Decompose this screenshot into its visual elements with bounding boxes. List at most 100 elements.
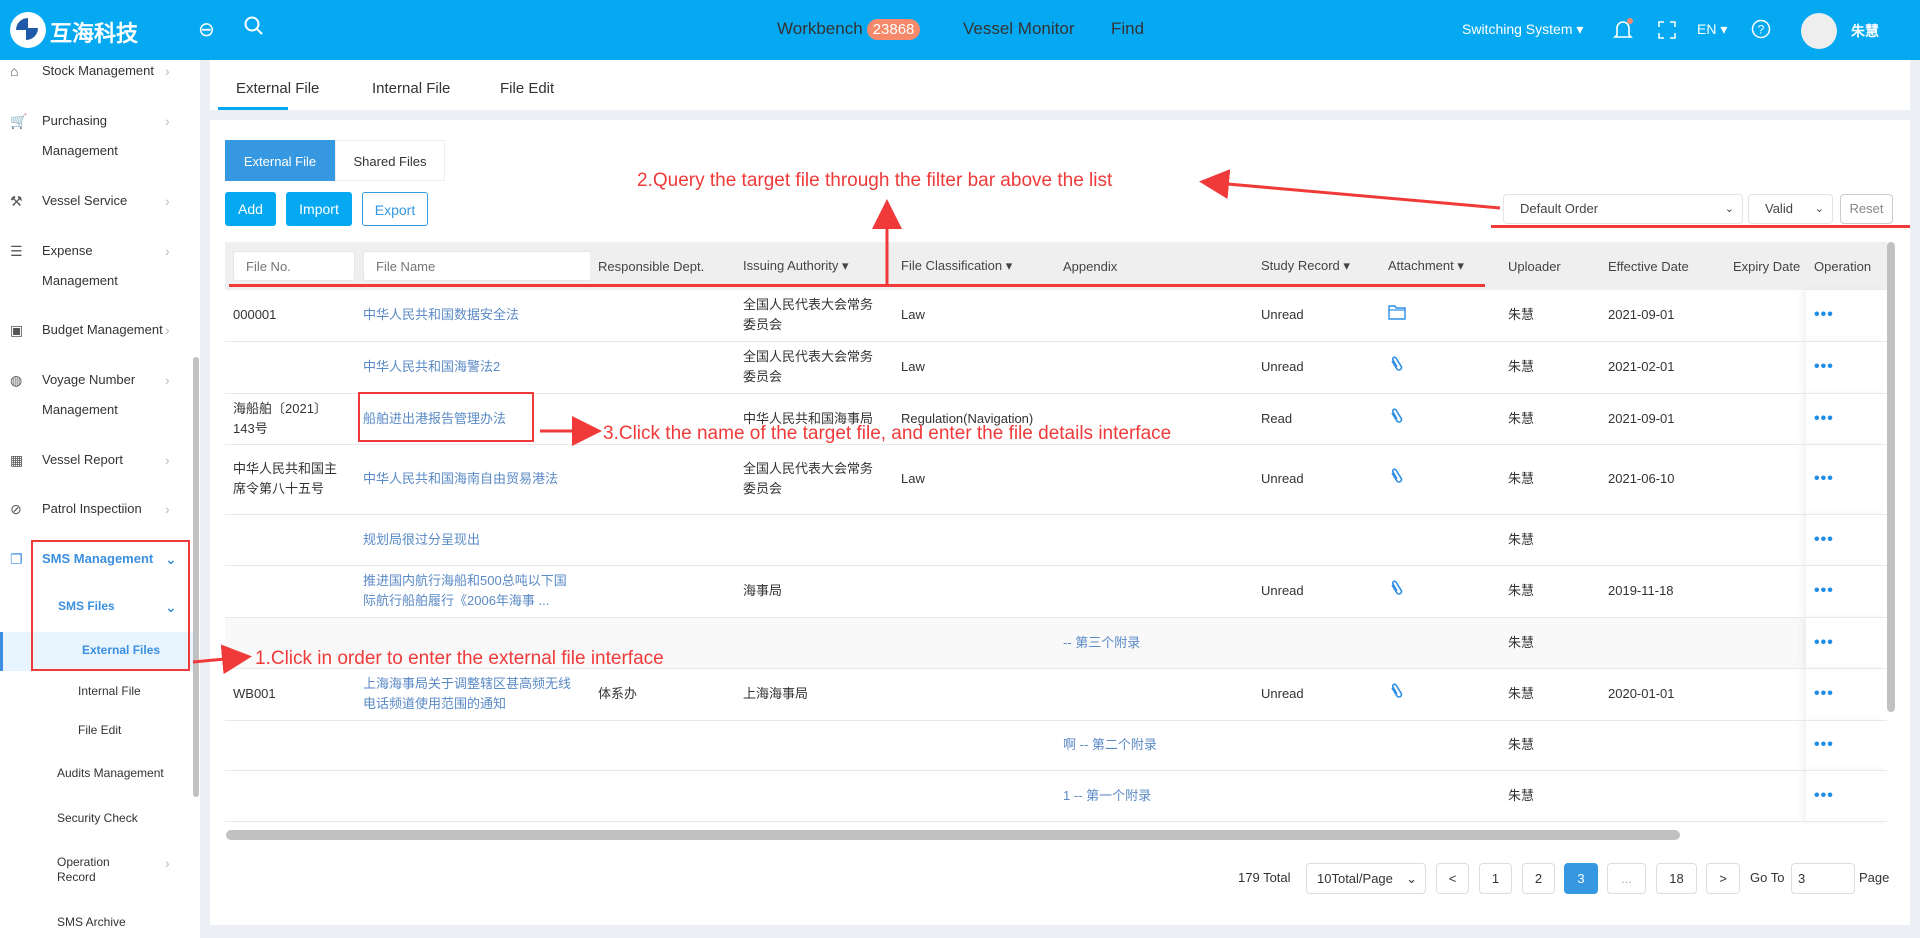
appendix-link[interactable]: 1 -- 第一个附录 bbox=[1055, 770, 1253, 822]
table-row[interactable]: WB001 上海海事局关于调整辖区甚高频无线电话频道使用范围的通知 体系办 上海海事局… bbox=[225, 668, 1887, 721]
folder-icon[interactable] bbox=[1388, 304, 1406, 320]
table-row[interactable]: 啊 -- 第二个附录 朱慧 ••• bbox=[225, 720, 1887, 771]
fullscreen-icon[interactable] bbox=[1658, 21, 1676, 42]
operation[interactable]: ••• bbox=[1806, 341, 1887, 394]
more-actions-icon[interactable]: ••• bbox=[1814, 634, 1834, 651]
prev-page-button[interactable]: < bbox=[1436, 863, 1469, 894]
file-name-link[interactable] bbox=[355, 720, 590, 771]
file-name-link[interactable] bbox=[355, 770, 590, 822]
table-row[interactable]: 中华人民共和国主席令第八十五号 中华人民共和国海南自由贸易港法 全国人民代表大会常务… bbox=[225, 444, 1887, 515]
sidebar-item-operation-record[interactable]: Operation Record › bbox=[0, 855, 196, 887]
help-icon[interactable]: ? bbox=[1751, 19, 1771, 42]
paperclip-icon[interactable] bbox=[1388, 682, 1404, 700]
nav-workbench[interactable]: Workbench 23868 bbox=[777, 19, 921, 40]
col-file-classification[interactable]: File Classification ▾ bbox=[893, 242, 1055, 290]
page-3-current[interactable]: 3 bbox=[1564, 863, 1598, 894]
appendix-link[interactable] bbox=[1055, 290, 1253, 342]
nav-vessel-monitor[interactable]: Vessel Monitor bbox=[963, 19, 1075, 39]
more-actions-icon[interactable]: ••• bbox=[1814, 470, 1834, 487]
page-ellipsis[interactable]: ... bbox=[1607, 863, 1646, 894]
reset-button[interactable]: Reset bbox=[1840, 194, 1893, 224]
back-circle-icon[interactable]: ⊖ bbox=[198, 17, 215, 42]
bell-icon[interactable] bbox=[1612, 18, 1634, 45]
per-page-select[interactable]: 10Total/Page ⌄ bbox=[1306, 863, 1426, 894]
user-name[interactable]: 朱慧 bbox=[1851, 21, 1879, 41]
attachment[interactable] bbox=[1380, 770, 1500, 822]
table-row[interactable]: 规划局很过分呈现出 朱慧 ••• bbox=[225, 514, 1887, 566]
file-name-link[interactable]: 中华人民共和国海警法2 bbox=[355, 341, 590, 394]
more-actions-icon[interactable]: ••• bbox=[1814, 736, 1834, 753]
appendix-link[interactable] bbox=[1055, 514, 1253, 566]
add-button[interactable]: Add bbox=[225, 192, 276, 226]
attachment[interactable] bbox=[1380, 444, 1500, 515]
subtab-shared-files[interactable]: Shared Files bbox=[335, 140, 445, 181]
order-select[interactable]: Default Order ⌄ bbox=[1503, 194, 1743, 224]
attachment[interactable] bbox=[1380, 565, 1500, 618]
language-dropdown[interactable]: EN ▾ bbox=[1697, 21, 1727, 38]
nav-find[interactable]: Find bbox=[1111, 19, 1144, 39]
file-name-link[interactable]: 推进国内航行海船和500总吨以下国际航行船舶履行《2006年海事 ... bbox=[355, 565, 590, 618]
file-name-link[interactable]: 上海海事局关于调整辖区甚高频无线电话频道使用范围的通知 bbox=[355, 668, 590, 721]
sidebar-item-purchasing[interactable]: 🛒 Purchasing Management › bbox=[0, 113, 196, 158]
attachment[interactable] bbox=[1380, 514, 1500, 566]
more-actions-icon[interactable]: ••• bbox=[1814, 531, 1834, 548]
appendix-link[interactable]: 啊 -- 第二个附录 bbox=[1055, 720, 1253, 771]
operation[interactable]: ••• bbox=[1806, 668, 1887, 721]
paperclip-icon[interactable] bbox=[1388, 579, 1404, 597]
operation[interactable]: ••• bbox=[1806, 290, 1887, 342]
attachment[interactable] bbox=[1380, 617, 1500, 669]
more-actions-icon[interactable]: ••• bbox=[1814, 787, 1834, 804]
sidebar-scrollbar[interactable] bbox=[193, 357, 199, 797]
attachment[interactable] bbox=[1380, 668, 1500, 721]
more-actions-icon[interactable]: ••• bbox=[1814, 306, 1834, 323]
table-horizontal-scrollbar[interactable] bbox=[226, 830, 1680, 840]
file-name-link[interactable]: 规划局很过分呈现出 bbox=[355, 514, 590, 566]
next-page-button[interactable]: > bbox=[1706, 863, 1740, 894]
attachment[interactable] bbox=[1380, 393, 1500, 445]
operation[interactable]: ••• bbox=[1806, 565, 1887, 618]
col-issuing-authority[interactable]: Issuing Authority ▾ bbox=[735, 242, 893, 290]
appendix-link[interactable] bbox=[1055, 668, 1253, 721]
operation[interactable]: ••• bbox=[1806, 444, 1887, 515]
avatar[interactable] bbox=[1801, 13, 1837, 49]
table-row[interactable]: 1 -- 第一个附录 朱慧 ••• bbox=[225, 770, 1887, 822]
tab-external-file[interactable]: External File bbox=[236, 80, 319, 97]
operation[interactable]: ••• bbox=[1806, 770, 1887, 822]
attachment[interactable] bbox=[1380, 290, 1500, 342]
appendix-link[interactable]: -- 第三个附录 bbox=[1055, 617, 1253, 669]
page-18[interactable]: 18 bbox=[1656, 863, 1697, 894]
tab-internal-file[interactable]: Internal File bbox=[372, 80, 450, 97]
paperclip-icon[interactable] bbox=[1388, 467, 1404, 485]
status-select[interactable]: Valid ⌄ bbox=[1748, 194, 1833, 224]
page-2[interactable]: 2 bbox=[1522, 863, 1555, 894]
subtab-external-file[interactable]: External File bbox=[225, 140, 335, 181]
file-name-filter-input[interactable] bbox=[363, 251, 590, 281]
appendix-link[interactable] bbox=[1055, 341, 1253, 394]
operation[interactable]: ••• bbox=[1806, 393, 1887, 445]
appendix-link[interactable] bbox=[1055, 444, 1253, 515]
col-attachment[interactable]: Attachment ▾ bbox=[1380, 242, 1500, 290]
table-row[interactable]: 000001 中华人民共和国数据安全法 全国人民代表大会常务委员会 Law Unread… bbox=[225, 290, 1887, 342]
table-vertical-scrollbar[interactable] bbox=[1887, 242, 1895, 712]
table-row[interactable]: 推进国内航行海船和500总吨以下国际航行船舶履行《2006年海事 ... 海事局 U… bbox=[225, 565, 1887, 618]
col-study-record[interactable]: Study Record ▾ bbox=[1253, 242, 1380, 290]
switch-system-dropdown[interactable]: Switching System ▾ bbox=[1462, 21, 1583, 38]
more-actions-icon[interactable]: ••• bbox=[1814, 358, 1834, 375]
goto-page-input[interactable] bbox=[1791, 863, 1855, 894]
operation[interactable]: ••• bbox=[1806, 720, 1887, 771]
export-button[interactable]: Export bbox=[362, 192, 428, 226]
more-actions-icon[interactable]: ••• bbox=[1814, 685, 1834, 702]
file-name-link[interactable]: 中华人民共和国数据安全法 bbox=[355, 290, 590, 342]
paperclip-icon[interactable] bbox=[1388, 355, 1404, 373]
operation[interactable]: ••• bbox=[1806, 617, 1887, 669]
operation[interactable]: ••• bbox=[1806, 514, 1887, 566]
paperclip-icon[interactable] bbox=[1388, 407, 1404, 425]
file-no-filter-input[interactable] bbox=[233, 251, 355, 281]
appendix-link[interactable] bbox=[1055, 565, 1253, 618]
file-name-link[interactable]: 中华人民共和国海南自由贸易港法 bbox=[355, 444, 590, 515]
search-icon[interactable] bbox=[243, 15, 265, 43]
import-button[interactable]: Import bbox=[286, 192, 352, 226]
attachment[interactable] bbox=[1380, 341, 1500, 394]
table-row[interactable]: 中华人民共和国海警法2 全国人民代表大会常务委员会 Law Unread 朱慧 2021-… bbox=[225, 341, 1887, 394]
page-1[interactable]: 1 bbox=[1479, 863, 1512, 894]
